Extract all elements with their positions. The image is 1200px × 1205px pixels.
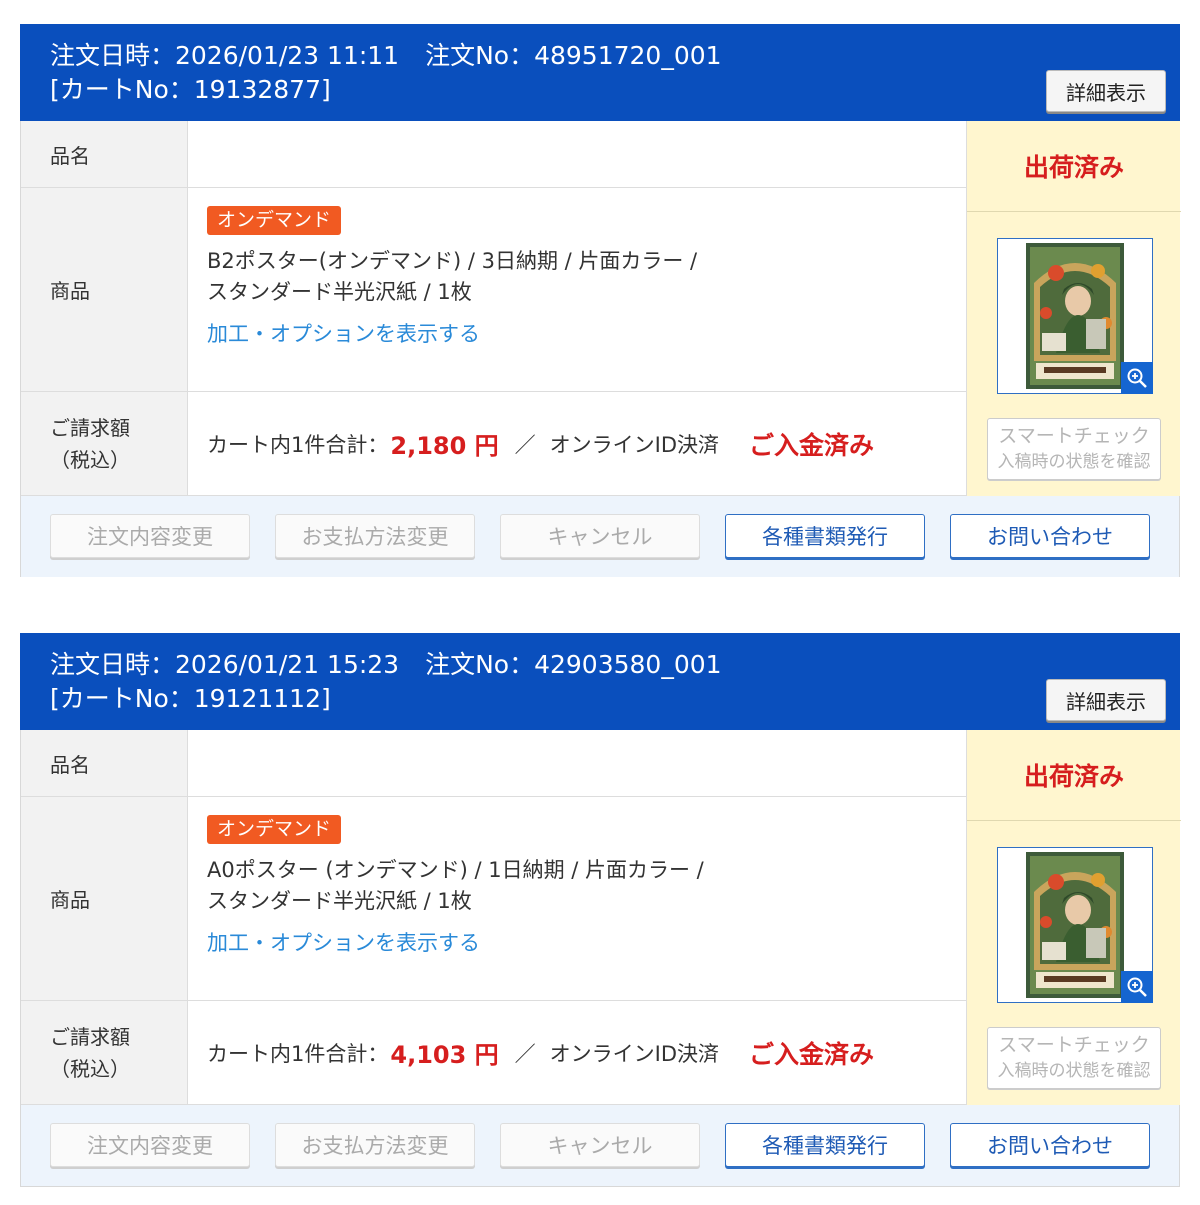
zoom-in-icon[interactable]	[1121, 971, 1153, 1003]
change-payment-button[interactable]: お支払方法変更	[275, 514, 475, 558]
billing-label: ご請求額	[50, 1024, 130, 1049]
product-cell: オンデマンド B2ポスター(オンデマンド) / 3日納期 / 片面カラー / ス…	[188, 188, 966, 392]
order-date: 注文日時：2026/01/23 11:11	[50, 41, 400, 70]
action-bar: 注文内容変更 お支払方法変更 キャンセル 各種書類発行 お問い合わせ	[21, 1105, 1179, 1186]
contact-button[interactable]: お問い合わせ	[950, 1123, 1150, 1167]
price-separator: ／	[514, 1041, 536, 1066]
label-billing-amount: ご請求額 （税込）	[21, 392, 188, 496]
detail-view-button[interactable]: 詳細表示	[1046, 70, 1166, 112]
item-name-value	[188, 121, 966, 188]
price-prefix: カート内1件合計：	[207, 432, 389, 457]
cancel-button[interactable]: キャンセル	[500, 514, 700, 558]
smart-check-subtitle: 入稿時の状態を確認	[997, 452, 1151, 472]
order-header: 注文日時：2026/01/23 11:11 注文No：48951720_001 […	[20, 24, 1180, 121]
change-order-button[interactable]: 注文内容変更	[50, 514, 250, 558]
change-order-button[interactable]: 注文内容変更	[50, 1123, 250, 1167]
price-cell: カート内1件合計： 2,180 円 ／ オンラインID決済 ご入金済み	[188, 392, 966, 496]
label-product: 商品	[21, 188, 188, 392]
detail-view-button[interactable]: 詳細表示	[1046, 679, 1166, 721]
product-thumbnail[interactable]	[997, 847, 1153, 1003]
order-number: 注文No：42903580_001	[425, 650, 722, 679]
show-options-link[interactable]: 加工・オプションを表示する	[207, 927, 480, 957]
payment-status: ご入金済み	[749, 1039, 875, 1069]
shipping-status: 出荷済み	[967, 730, 1181, 821]
order-header: 注文日時：2026/01/21 15:23 注文No：42903580_001 […	[20, 633, 1180, 730]
product-spec-line2: スタンダード半光沢紙 / 1枚	[207, 889, 472, 913]
issue-documents-button[interactable]: 各種書類発行	[725, 1123, 925, 1167]
price-cell: カート内1件合計： 4,103 円 ／ オンラインID決済 ご入金済み	[188, 1001, 966, 1105]
smart-check-button[interactable]: スマートチェック 入稿時の状態を確認	[987, 1027, 1161, 1089]
contact-button[interactable]: お問い合わせ	[950, 514, 1150, 558]
status-column: 出荷済み スマートチェック 入稿時の状態を確認	[966, 121, 1181, 496]
smart-check-title: スマートチェック	[998, 1034, 1150, 1056]
order-header-line1: 注文日時：2026/01/21 15:23 注文No：42903580_001	[50, 645, 722, 681]
tax-included-label: （税込）	[50, 447, 130, 472]
order-number: 注文No：48951720_001	[425, 41, 722, 70]
status-column: 出荷済み スマートチェック 入稿時の状態を確認	[966, 730, 1181, 1105]
cart-number: [カートNo：19132877]	[50, 75, 331, 104]
price-summary: カート内1件合計： 2,180 円 ／ オンラインID決済 ご入金済み	[207, 392, 874, 495]
cart-number: [カートNo：19121112]	[50, 684, 331, 713]
product-thumbnail[interactable]	[997, 238, 1153, 394]
product-cell: オンデマンド A0ポスター (オンデマンド) / 1日納期 / 片面カラー / …	[188, 797, 966, 1001]
label-product: 商品	[21, 797, 188, 1001]
change-payment-button[interactable]: お支払方法変更	[275, 1123, 475, 1167]
label-item-name: 品名	[21, 730, 188, 797]
poster-thumbnail	[1026, 852, 1124, 998]
payment-method: オンラインID決済	[549, 432, 720, 457]
price-amount: 2,180 円	[390, 432, 499, 460]
ondemand-badge: オンデマンド	[207, 815, 342, 844]
tax-included-label: （税込）	[50, 1056, 130, 1081]
smart-check-subtitle: 入稿時の状態を確認	[997, 1061, 1151, 1081]
item-name-value	[188, 730, 966, 797]
cancel-button[interactable]: キャンセル	[500, 1123, 700, 1167]
issue-documents-button[interactable]: 各種書類発行	[725, 514, 925, 558]
product-spec-line1: A0ポスター (オンデマンド) / 1日納期 / 片面カラー /	[207, 858, 704, 882]
billing-label: ご請求額	[50, 415, 130, 440]
product-spec-line2: スタンダード半光沢紙 / 1枚	[207, 280, 472, 304]
order-card: 注文日時：2026/01/23 11:11 注文No：48951720_001 […	[20, 24, 1181, 577]
label-billing-amount: ご請求額 （税込）	[21, 1001, 188, 1105]
show-options-link[interactable]: 加工・オプションを表示する	[207, 318, 480, 348]
price-summary: カート内1件合計： 4,103 円 ／ オンラインID決済 ご入金済み	[207, 1001, 874, 1104]
magnifier-glyph	[1127, 977, 1147, 997]
price-separator: ／	[514, 432, 536, 457]
product-spec-line1: B2ポスター(オンデマンド) / 3日納期 / 片面カラー /	[207, 249, 698, 273]
order-card: 注文日時：2026/01/21 15:23 注文No：42903580_001 […	[20, 633, 1181, 1187]
payment-method: オンラインID決済	[549, 1041, 720, 1066]
order-header-line1: 注文日時：2026/01/23 11:11 注文No：48951720_001	[50, 36, 722, 72]
price-prefix: カート内1件合計：	[207, 1041, 389, 1066]
shipping-status: 出荷済み	[967, 121, 1181, 212]
smart-check-title: スマートチェック	[998, 425, 1150, 447]
payment-status: ご入金済み	[749, 430, 875, 460]
label-item-name: 品名	[21, 121, 188, 188]
smart-check-button[interactable]: スマートチェック 入稿時の状態を確認	[987, 418, 1161, 480]
action-bar: 注文内容変更 お支払方法変更 キャンセル 各種書類発行 お問い合わせ	[21, 496, 1179, 577]
poster-thumbnail	[1026, 243, 1124, 389]
magnifier-glyph	[1127, 368, 1147, 388]
order-date: 注文日時：2026/01/21 15:23	[50, 650, 400, 679]
ondemand-badge: オンデマンド	[207, 206, 342, 235]
zoom-in-icon[interactable]	[1121, 362, 1153, 394]
price-amount: 4,103 円	[390, 1041, 499, 1069]
